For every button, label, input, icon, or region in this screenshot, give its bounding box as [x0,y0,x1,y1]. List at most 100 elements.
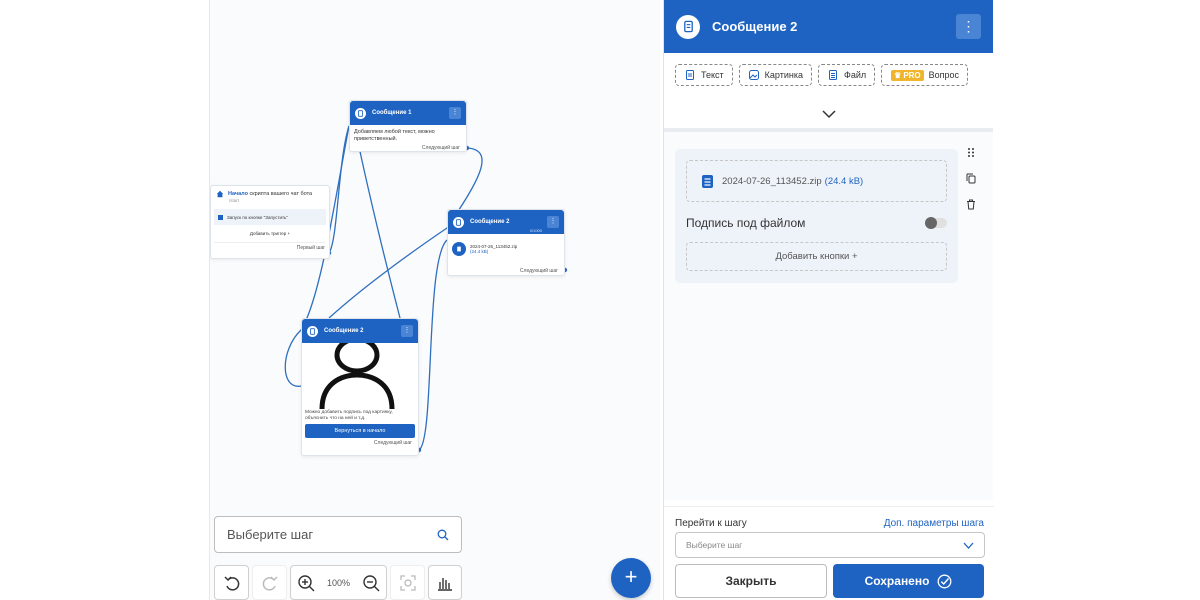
focus-icon [399,574,416,591]
trigger-label: Запуск по кнопке "Запустить" [227,214,288,220]
block-actions [962,147,980,225]
trigger-checkbox-icon [218,214,223,220]
step-search-placeholder: Выберите шаг [227,527,314,542]
step-editor-panel: Сообщение 2 ⋮ Текст Картинка Файл ♛ PRO В… [663,0,994,600]
zoom-control: 100% [290,565,387,600]
start-trigger[interactable]: Запуск по кнопке "Запустить" [214,209,326,225]
close-button[interactable]: Закрыть [675,564,827,598]
message2-file-node[interactable]: Сообщение 2 0/1000 ⋮ 2024-07-26_113452.z… [447,209,565,276]
goto-row: Перейти к шагу Доп. параметры шага [664,507,994,529]
pro-badge: ♛ PRO [891,69,924,81]
user-avatar-image [319,343,395,409]
message2-file-header: Сообщение 2 0/1000 ⋮ [448,210,564,234]
zoom-level: 100% [326,577,351,588]
message-icon [307,325,318,337]
add-text-label: Текст [701,70,724,80]
back-to-start-button[interactable]: Вернуться в начало [305,424,415,438]
pro-badge-label: PRO [903,70,921,80]
add-question-button[interactable]: ♛ PRO Вопрос [881,64,969,86]
undo-button[interactable] [214,565,249,600]
message1-menu-button[interactable]: ⋮ [449,107,461,119]
file-icon [702,174,713,188]
message2-char-counter: 0/1000 [529,228,542,233]
image-caption: Можно добавить подпись под картинку, объ… [305,410,393,421]
expand-toolbar-button[interactable] [664,106,993,128]
extra-step-params-link[interactable]: Доп. параметры шага [884,518,984,529]
app-root: Начало скрипта вашего чат бота /start За… [0,0,1200,600]
statistics-button[interactable] [428,565,462,600]
add-question-label: Вопрос [928,70,960,80]
add-text-button[interactable]: Текст [675,64,733,86]
caption-label: Подпись под файлом [686,216,806,230]
fit-view-button[interactable] [390,565,425,600]
delete-block-button[interactable] [962,199,980,225]
check-circle-icon [937,574,952,588]
redo-icon [262,575,278,591]
file-attachment[interactable]: 2024-07-26_113452.zip (24.4 kB) [452,242,560,256]
caption-toggle-row: Подпись под файлом [686,216,947,230]
message1-header: Сообщение 1 ⋮ [350,101,466,125]
message2-image-title: Сообщение 2 [324,328,364,334]
goto-step-placeholder: Выберите шаг [686,540,743,550]
start-command: /start [229,198,240,203]
add-file-label: Файл [844,70,867,80]
message1-title: Сообщение 1 [372,110,412,116]
home-icon [216,190,224,198]
content-type-toolbar: Текст Картинка Файл ♛ PRO Вопрос [664,53,993,86]
attached-file-name: 2024-07-26_113452.zip [722,175,822,187]
panel-title: Сообщение 2 [712,19,798,34]
zoom-in-icon[interactable] [297,574,315,592]
text-icon [686,70,694,80]
message2-image-header: Сообщение 2 ⋮ [302,319,418,343]
start-node-header: Начало скрипта вашего чат бота [211,186,329,198]
attached-file-size: (24.4 kB) [824,175,864,187]
message2-image-menu-button[interactable]: ⋮ [401,325,413,337]
copy-block-button[interactable] [962,173,980,199]
add-image-label: Картинка [764,70,803,80]
flow-canvas[interactable]: Начало скрипта вашего чат бота /start За… [209,0,660,600]
message2-file-body: 2024-07-26_113452.zip (24.4 kB) [448,234,564,258]
message2-file-title: Сообщение 2 [470,219,510,225]
add-step-button[interactable]: + [611,558,651,598]
file-icon [452,242,466,256]
start-title-rest: скрипта вашего чат бота [249,191,313,197]
step-search-input[interactable]: Выберите шаг [214,516,462,553]
message-icon [676,14,700,39]
file-size: (24.4 kB) [470,249,489,254]
message2-file-menu-button[interactable]: ⋮ [547,216,559,228]
save-button[interactable]: Сохранено [833,564,984,598]
message1-footer: Следующий шаг [421,145,460,151]
message-icon [355,107,366,119]
panel-footer: Перейти к шагу Доп. параметры шага Выбер… [664,506,994,600]
edge-msg2b-to-msg2a [418,239,448,451]
goto-step-label: Перейти к шагу [675,518,747,529]
goto-step-select[interactable]: Выберите шаг [675,532,985,558]
undo-icon [223,575,239,591]
add-image-button[interactable]: Картинка [738,64,812,86]
zoom-out-icon[interactable] [362,574,380,592]
panel-menu-button[interactable]: ⋮ [956,14,981,39]
attached-file[interactable]: 2024-07-26_113452.zip (24.4 kB) [686,160,947,202]
right-margin [994,0,1200,600]
trash-icon [967,199,975,210]
chevron-down-icon [963,542,974,549]
add-trigger-button[interactable]: Добавить триггер + [214,225,326,243]
add-buttons-button[interactable]: Добавить кнопки + [686,242,947,271]
panel-content: 2024-07-26_113452.zip (24.4 kB) Подпись … [664,132,993,500]
message2-image-node[interactable]: Сообщение 2 ⋮ Можно добавить подпись под… [301,318,419,456]
start-footer: Первый шаг [296,245,325,251]
caption-toggle[interactable] [925,217,947,229]
panel-header: Сообщение 2 ⋮ [664,0,993,53]
message2-image-footer: Следующий шаг [373,440,412,446]
file-block: 2024-07-26_113452.zip (24.4 kB) Подпись … [675,149,958,283]
start-node[interactable]: Начало скрипта вашего чат бота /start За… [210,185,330,259]
file-icon [829,70,837,80]
search-icon [437,529,449,540]
chevron-down-icon [821,110,836,119]
add-file-button[interactable]: Файл [818,64,876,86]
start-title-link[interactable]: Начало [228,191,248,197]
redo-button[interactable] [252,565,287,600]
drag-handle[interactable] [962,147,980,173]
message1-node[interactable]: Сообщение 1 ⋮ Добавляем любой текст, мож… [349,100,467,152]
bar-chart-icon [438,577,452,591]
